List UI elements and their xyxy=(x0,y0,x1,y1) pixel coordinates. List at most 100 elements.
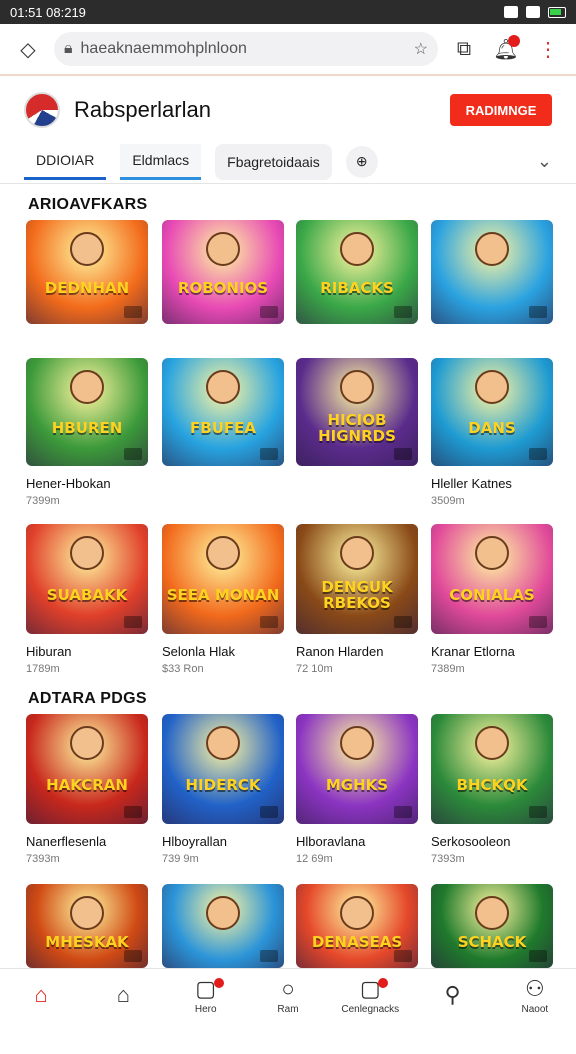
character-icon xyxy=(475,726,509,760)
nav-label: Naoot xyxy=(521,1004,549,1015)
home-icon: ⌂ xyxy=(34,981,48,1007)
section-title-0: ARIOAVFKARS xyxy=(28,196,148,213)
game-thumbnail[interactable]: HAKCRAN xyxy=(26,714,148,824)
rating-tag-icon xyxy=(529,306,547,318)
nav-badge xyxy=(213,978,224,988)
tab-0[interactable]: DDIOIAR xyxy=(24,143,107,180)
game-thumbnail[interactable]: BHCKQK xyxy=(431,714,553,824)
game-card[interactable] xyxy=(162,884,284,968)
game-card[interactable]: BHCKQK Serkosooleon 7393m xyxy=(431,714,553,865)
game-thumbnail[interactable]: DENASEAS xyxy=(296,884,418,968)
game-thumbnail[interactable]: MHESKAK xyxy=(26,884,148,968)
url-text: haeaknaemmohplnloon xyxy=(80,40,247,57)
game-thumbnail[interactable]: SCHACK xyxy=(431,884,553,968)
rating-tag-icon xyxy=(394,306,412,318)
game-card[interactable]: MGHKS Hlboravlana 12 69m xyxy=(296,714,418,865)
kebab-icon[interactable]: ⋮ xyxy=(532,33,564,65)
game-thumbnail[interactable]: HBUREN xyxy=(26,358,148,466)
game-thumbnail[interactable]: DANS xyxy=(431,358,553,466)
game-card[interactable]: DANS Hleller Katnes 3509m xyxy=(431,358,553,507)
game-thumbnail[interactable]: ROBONIOS xyxy=(162,220,284,324)
address-bar[interactable]: 🔒︎ haeaknaemmohplnloon ☆ xyxy=(54,32,438,66)
chevron-down-icon[interactable]: ⌄ xyxy=(537,151,552,172)
game-card[interactable]: HBUREN Hener-Hbokan 7399m xyxy=(26,358,148,507)
status-icons xyxy=(504,6,566,18)
tab-2[interactable]: Fbagretoidaais xyxy=(215,143,332,180)
user-icon: ⚇ xyxy=(524,976,545,1001)
tab-more-icon[interactable]: ⊕ xyxy=(345,145,378,178)
game-thumbnail[interactable]: CONIALAS xyxy=(431,524,553,634)
game-thumbnail[interactable]: SUABAKK xyxy=(26,524,148,634)
game-thumbnail[interactable] xyxy=(431,220,553,324)
game-title-art: SEEA MONAN xyxy=(166,586,280,605)
game-card[interactable]: RIBACKS xyxy=(296,220,418,324)
nav-item-0[interactable]: ⌂ xyxy=(9,981,73,1010)
game-title-art: DENGUK RBEKOS xyxy=(321,578,393,612)
character-icon xyxy=(475,370,509,404)
game-title-art: DEDNHAN xyxy=(44,279,130,298)
game-thumbnail[interactable]: RIBACKS xyxy=(296,220,418,324)
tab-1[interactable]: Eldmlacs xyxy=(120,143,202,180)
game-card[interactable]: SEEA MONAN Selonla Hlak $33 Ron xyxy=(162,524,284,675)
character-icon xyxy=(70,536,104,570)
game-meta: 7393m xyxy=(431,853,465,865)
game-card[interactable]: FBUFEA xyxy=(162,358,284,466)
game-card[interactable]: HIDERCK Hlboyrallan 739 9m xyxy=(162,714,284,865)
game-card[interactable]: MHESKAK xyxy=(26,884,148,968)
game-thumbnail[interactable]: HIDERCK xyxy=(162,714,284,824)
nav-item-5[interactable]: ⚲ xyxy=(421,983,485,1010)
character-icon xyxy=(340,896,374,930)
game-meta: $33 Ron xyxy=(162,663,204,675)
game-card[interactable]: DENASEAS xyxy=(296,884,418,968)
game-card[interactable]: SUABAKK Hiburan 1789m xyxy=(26,524,148,675)
game-thumbnail[interactable]: DEDNHAN xyxy=(26,220,148,324)
tabs-icon[interactable]: ⧉ xyxy=(448,33,480,65)
rating-tag-icon xyxy=(394,616,412,628)
character-icon xyxy=(206,370,240,404)
game-card[interactable]: DENGUK RBEKOS Ranon Hlarden 72 10m xyxy=(296,524,418,675)
game-thumbnail[interactable]: SEEA MONAN xyxy=(162,524,284,634)
rating-tag-icon xyxy=(260,306,278,318)
character-icon xyxy=(340,370,374,404)
star-icon[interactable]: ☆ xyxy=(414,39,428,59)
character-icon xyxy=(340,726,374,760)
game-card[interactable]: SCHACK xyxy=(431,884,553,968)
nav-item-2[interactable]: ▢ Hero xyxy=(174,978,238,1015)
game-thumbnail[interactable]: FBUFEA xyxy=(162,358,284,466)
store-icon: ⌂ xyxy=(116,981,131,1007)
nav-item-3[interactable]: ○ Ram xyxy=(256,978,320,1016)
bell-icon[interactable]: 🔔︎ xyxy=(490,33,522,65)
game-card[interactable] xyxy=(431,220,553,324)
nav-item-6[interactable]: ⚇ Naoot xyxy=(503,976,567,1016)
nav-label: Hero xyxy=(194,1004,217,1015)
nav-label: Ram xyxy=(277,1004,299,1015)
character-icon xyxy=(206,726,240,760)
game-thumbnail[interactable] xyxy=(162,884,284,968)
game-thumbnail[interactable]: HICIOB HIGNRDS xyxy=(296,358,418,466)
game-name: Ranon Hlarden xyxy=(296,644,384,659)
game-card[interactable]: HAKCRAN Nanerflesenla 7393m xyxy=(26,714,148,865)
character-icon xyxy=(340,536,374,570)
diamond-icon[interactable]: ◇ xyxy=(12,33,44,65)
game-thumbnail[interactable]: MGHKS xyxy=(296,714,418,824)
bag-icon: ▢ xyxy=(195,976,217,1001)
game-card[interactable]: ROBONIOS xyxy=(162,220,284,324)
game-card[interactable]: DEDNHAN xyxy=(26,220,148,324)
status-bar: 01:51 08:219 xyxy=(0,0,576,24)
game-thumbnail[interactable]: DENGUK RBEKOS xyxy=(296,524,418,634)
nav-item-1[interactable]: ⌂ xyxy=(91,981,155,1010)
game-card[interactable]: HICIOB HIGNRDS xyxy=(296,358,418,466)
nav-item-4[interactable]: ▢ Cenlegnacks xyxy=(338,978,402,1016)
rating-tag-icon xyxy=(529,950,547,962)
rating-tag-icon xyxy=(124,616,142,628)
rating-tag-icon xyxy=(260,806,278,818)
nav-label: Cenlegnacks xyxy=(341,1004,400,1015)
game-title-art xyxy=(488,285,496,293)
game-meta: 3509m xyxy=(431,495,465,507)
rating-tag-icon xyxy=(394,806,412,818)
game-name: Selonla Hlak xyxy=(162,644,235,659)
cta-button[interactable]: RADIMNGE xyxy=(450,94,552,126)
game-card[interactable]: CONIALAS Kranar Etlorna 7389m xyxy=(431,524,553,675)
game-title-art: FBUFEA xyxy=(190,419,256,438)
game-name: Nanerflesenla xyxy=(26,834,107,849)
